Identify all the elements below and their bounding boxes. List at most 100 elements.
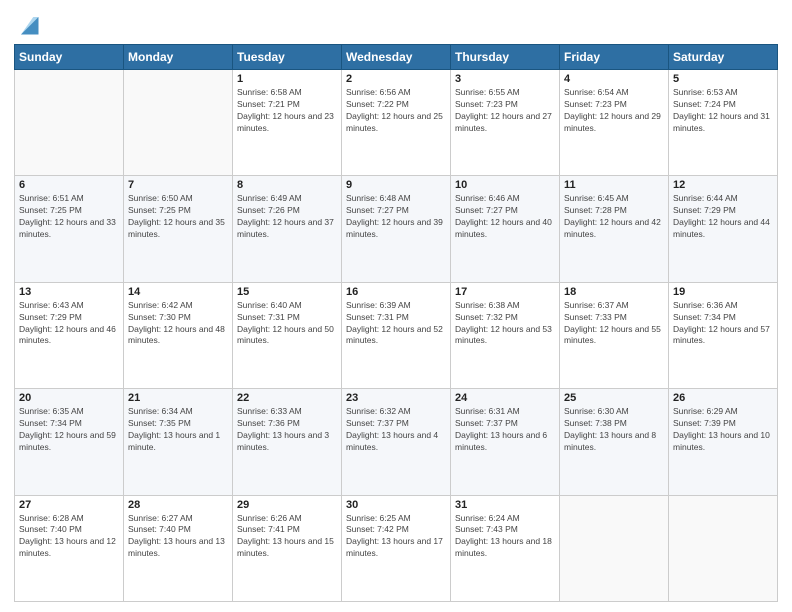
generalblue-icon (14, 10, 42, 38)
calendar-cell: 22 Sunrise: 6:33 AM Sunset: 7:36 PM Dayli… (233, 389, 342, 495)
weekday-sunday: Sunday (15, 45, 124, 70)
day-info: Sunrise: 6:29 AM Sunset: 7:39 PM Dayligh… (673, 406, 773, 454)
day-info: Sunrise: 6:35 AM Sunset: 7:34 PM Dayligh… (19, 406, 119, 454)
day-info: Sunrise: 6:56 AM Sunset: 7:22 PM Dayligh… (346, 87, 446, 135)
day-number: 21 (128, 392, 228, 404)
day-number: 15 (237, 286, 337, 298)
weekday-saturday: Saturday (669, 45, 778, 70)
calendar-cell: 21 Sunrise: 6:34 AM Sunset: 7:35 PM Dayli… (124, 389, 233, 495)
day-number: 22 (237, 392, 337, 404)
weekday-header-row: SundayMondayTuesdayWednesdayThursdayFrid… (15, 45, 778, 70)
week-row-4: 27 Sunrise: 6:28 AM Sunset: 7:40 PM Dayli… (15, 495, 778, 601)
day-info: Sunrise: 6:28 AM Sunset: 7:40 PM Dayligh… (19, 513, 119, 561)
day-number: 11 (564, 179, 664, 191)
calendar-cell: 6 Sunrise: 6:51 AM Sunset: 7:25 PM Daylig… (15, 176, 124, 282)
day-info: Sunrise: 6:24 AM Sunset: 7:43 PM Dayligh… (455, 513, 555, 561)
calendar-cell: 17Sunrise: 6:38 AM Sunset: 7:32 PM Dayli… (451, 282, 560, 388)
calendar-cell: 8 Sunrise: 6:49 AM Sunset: 7:26 PM Daylig… (233, 176, 342, 282)
page: SundayMondayTuesdayWednesdayThursdayFrid… (0, 0, 792, 612)
day-info: Sunrise: 6:50 AM Sunset: 7:25 PM Dayligh… (128, 193, 228, 241)
day-number: 29 (237, 499, 337, 511)
calendar-cell: 28 Sunrise: 6:27 AM Sunset: 7:40 PM Dayli… (124, 495, 233, 601)
calendar-cell: 16Sunrise: 6:39 AM Sunset: 7:31 PM Dayli… (342, 282, 451, 388)
day-info: Sunrise: 6:32 AM Sunset: 7:37 PM Dayligh… (346, 406, 446, 454)
day-info: Sunrise: 6:51 AM Sunset: 7:25 PM Dayligh… (19, 193, 119, 241)
calendar-cell: 31Sunrise: 6:24 AM Sunset: 7:43 PM Dayli… (451, 495, 560, 601)
day-info: Sunrise: 6:31 AM Sunset: 7:37 PM Dayligh… (455, 406, 555, 454)
day-number: 17 (455, 286, 555, 298)
day-number: 23 (346, 392, 446, 404)
calendar-cell (560, 495, 669, 601)
day-number: 26 (673, 392, 773, 404)
day-info: Sunrise: 6:48 AM Sunset: 7:27 PM Dayligh… (346, 193, 446, 241)
day-info: Sunrise: 6:27 AM Sunset: 7:40 PM Dayligh… (128, 513, 228, 561)
calendar-cell: 5 Sunrise: 6:53 AM Sunset: 7:24 PM Daylig… (669, 70, 778, 176)
day-number: 12 (673, 179, 773, 191)
day-number: 14 (128, 286, 228, 298)
day-number: 2 (346, 73, 446, 85)
calendar-cell: 11 Sunrise: 6:45 AM Sunset: 7:28 PM Dayli… (560, 176, 669, 282)
day-info: Sunrise: 6:25 AM Sunset: 7:42 PM Dayligh… (346, 513, 446, 561)
day-number: 30 (346, 499, 446, 511)
weekday-thursday: Thursday (451, 45, 560, 70)
day-number: 13 (19, 286, 119, 298)
calendar-cell: 12 Sunrise: 6:44 AM Sunset: 7:29 PM Dayli… (669, 176, 778, 282)
day-info: Sunrise: 6:49 AM Sunset: 7:26 PM Dayligh… (237, 193, 337, 241)
weekday-wednesday: Wednesday (342, 45, 451, 70)
day-number: 16 (346, 286, 446, 298)
calendar-cell: 2 Sunrise: 6:56 AM Sunset: 7:22 PM Daylig… (342, 70, 451, 176)
calendar-table: SundayMondayTuesdayWednesdayThursdayFrid… (14, 44, 778, 602)
day-number: 1 (237, 73, 337, 85)
day-info: Sunrise: 6:53 AM Sunset: 7:24 PM Dayligh… (673, 87, 773, 135)
day-info: Sunrise: 6:58 AM Sunset: 7:21 PM Dayligh… (237, 87, 337, 135)
calendar-cell: 29 Sunrise: 6:26 AM Sunset: 7:41 PM Dayli… (233, 495, 342, 601)
day-number: 28 (128, 499, 228, 511)
day-number: 27 (19, 499, 119, 511)
day-number: 18 (564, 286, 664, 298)
calendar-cell: 26 Sunrise: 6:29 AM Sunset: 7:39 PM Dayli… (669, 389, 778, 495)
week-row-1: 6 Sunrise: 6:51 AM Sunset: 7:25 PM Daylig… (15, 176, 778, 282)
day-number: 24 (455, 392, 555, 404)
week-row-0: 1 Sunrise: 6:58 AM Sunset: 7:21 PM Daylig… (15, 70, 778, 176)
day-number: 19 (673, 286, 773, 298)
day-info: Sunrise: 6:34 AM Sunset: 7:35 PM Dayligh… (128, 406, 228, 454)
calendar-cell: 14 Sunrise: 6:42 AM Sunset: 7:30 PM Dayli… (124, 282, 233, 388)
day-info: Sunrise: 6:42 AM Sunset: 7:30 PM Dayligh… (128, 300, 228, 348)
weekday-tuesday: Tuesday (233, 45, 342, 70)
calendar-cell: 30 Sunrise: 6:25 AM Sunset: 7:42 PM Dayli… (342, 495, 451, 601)
calendar-cell: 23 Sunrise: 6:32 AM Sunset: 7:37 PM Dayli… (342, 389, 451, 495)
day-info: Sunrise: 6:33 AM Sunset: 7:36 PM Dayligh… (237, 406, 337, 454)
day-number: 9 (346, 179, 446, 191)
calendar-cell: 20 Sunrise: 6:35 AM Sunset: 7:34 PM Dayli… (15, 389, 124, 495)
calendar-cell (669, 495, 778, 601)
day-info: Sunrise: 6:44 AM Sunset: 7:29 PM Dayligh… (673, 193, 773, 241)
calendar-body: 1 Sunrise: 6:58 AM Sunset: 7:21 PM Daylig… (15, 70, 778, 602)
day-info: Sunrise: 6:45 AM Sunset: 7:28 PM Dayligh… (564, 193, 664, 241)
day-info: Sunrise: 6:26 AM Sunset: 7:41 PM Dayligh… (237, 513, 337, 561)
day-info: Sunrise: 6:55 AM Sunset: 7:23 PM Dayligh… (455, 87, 555, 135)
week-row-3: 20 Sunrise: 6:35 AM Sunset: 7:34 PM Dayli… (15, 389, 778, 495)
day-number: 8 (237, 179, 337, 191)
day-number: 6 (19, 179, 119, 191)
day-info: Sunrise: 6:46 AM Sunset: 7:27 PM Dayligh… (455, 193, 555, 241)
calendar-cell: 19Sunrise: 6:36 AM Sunset: 7:34 PM Dayli… (669, 282, 778, 388)
day-info: Sunrise: 6:43 AM Sunset: 7:29 PM Dayligh… (19, 300, 119, 348)
calendar-cell: 27 Sunrise: 6:28 AM Sunset: 7:40 PM Dayli… (15, 495, 124, 601)
calendar-cell: 25 Sunrise: 6:30 AM Sunset: 7:38 PM Dayli… (560, 389, 669, 495)
weekday-friday: Friday (560, 45, 669, 70)
day-number: 3 (455, 73, 555, 85)
week-row-2: 13 Sunrise: 6:43 AM Sunset: 7:29 PM Dayli… (15, 282, 778, 388)
calendar-cell (15, 70, 124, 176)
day-info: Sunrise: 6:54 AM Sunset: 7:23 PM Dayligh… (564, 87, 664, 135)
day-number: 5 (673, 73, 773, 85)
calendar-header: SundayMondayTuesdayWednesdayThursdayFrid… (15, 45, 778, 70)
day-number: 20 (19, 392, 119, 404)
calendar-cell (124, 70, 233, 176)
calendar-cell: 13 Sunrise: 6:43 AM Sunset: 7:29 PM Dayli… (15, 282, 124, 388)
day-info: Sunrise: 6:40 AM Sunset: 7:31 PM Dayligh… (237, 300, 337, 348)
calendar-cell: 4Sunrise: 6:54 AM Sunset: 7:23 PM Daylig… (560, 70, 669, 176)
day-number: 25 (564, 392, 664, 404)
day-number: 10 (455, 179, 555, 191)
weekday-monday: Monday (124, 45, 233, 70)
day-info: Sunrise: 6:30 AM Sunset: 7:38 PM Dayligh… (564, 406, 664, 454)
